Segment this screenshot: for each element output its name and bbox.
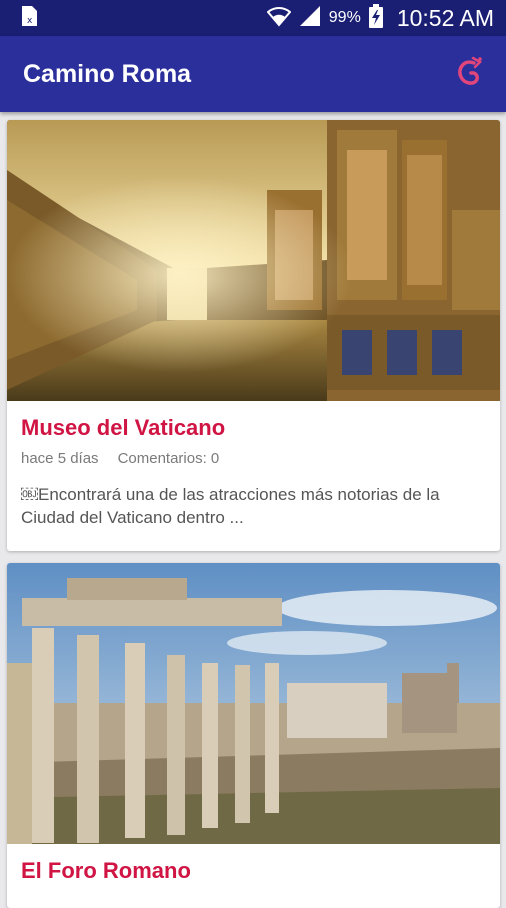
article-date: hace 5 días: [21, 450, 99, 467]
article-comments: Comentarios: 0: [117, 450, 220, 467]
clock: 10:52 AM: [396, 4, 494, 31]
article-title[interactable]: Museo del Vaticano: [21, 415, 486, 441]
battery-charging-icon: [368, 3, 383, 33]
vatican-gallery-photo[interactable]: [7, 120, 500, 401]
battery-percent: 99%: [328, 9, 361, 26]
share-swirl-icon[interactable]: [454, 55, 484, 94]
svg-text:x: x: [27, 16, 33, 26]
app-title: Camino Roma: [23, 59, 192, 88]
status-bar: x 99% 10:52 AM: [0, 0, 506, 36]
wifi-icon: [266, 5, 292, 32]
article-meta: hace 5 días Comentarios: 0: [21, 450, 486, 467]
article-excerpt: ￼Encontrará una de las atracciones más n…: [21, 485, 440, 527]
app-bar: Camino Roma: [0, 36, 506, 112]
article-title[interactable]: El Foro Romano: [21, 858, 486, 884]
sim-card-icon: x: [18, 5, 40, 32]
roman-forum-photo[interactable]: [7, 563, 500, 844]
article-card[interactable]: Museo del Vaticano hace 5 días Comentari…: [7, 120, 500, 551]
signal-icon: [299, 5, 321, 32]
article-card[interactable]: El Foro Romano: [7, 563, 500, 908]
